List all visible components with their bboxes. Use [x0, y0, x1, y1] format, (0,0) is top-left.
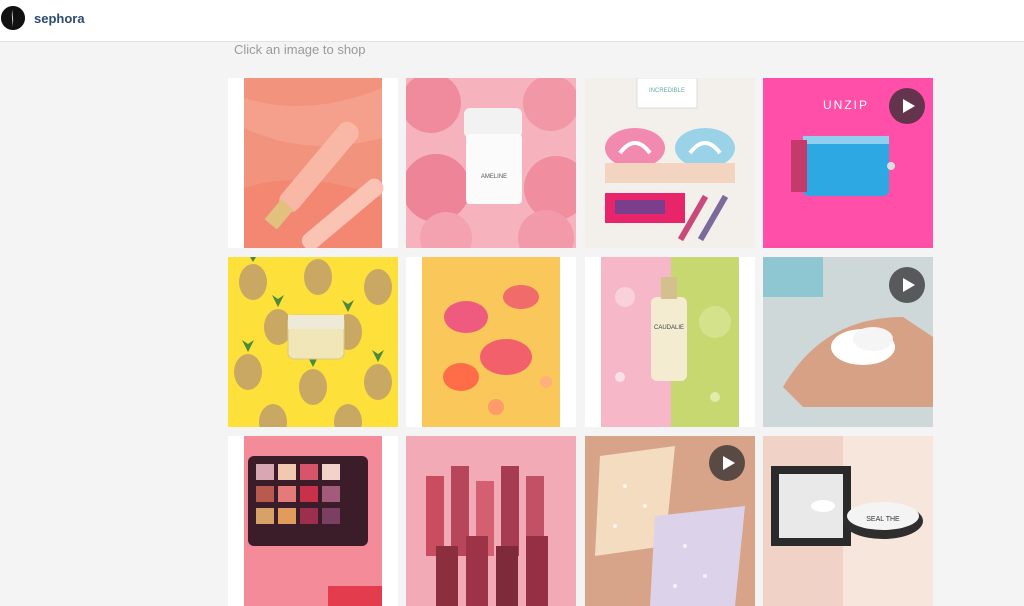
gloss-image — [228, 78, 398, 248]
tile-rainbow[interactable]: INCREDIBLE — [585, 78, 755, 248]
sephora-logo-icon — [1, 6, 25, 30]
profile-username[interactable]: sephora — [34, 11, 85, 26]
tile-jar[interactable]: AMELINE — [406, 78, 576, 248]
profile-avatar[interactable] — [1, 6, 25, 30]
tile-compact[interactable]: SEAL THE — [763, 436, 933, 606]
shop-grid: AMELINE INCREDIBLE UNZIP CAUDALIE SEAL T… — [228, 78, 934, 606]
unzip-text: UNZIP — [823, 98, 869, 112]
jar-label: AMELINE — [481, 174, 507, 180]
tile-palette[interactable] — [228, 436, 398, 606]
compact-image: SEAL THE — [763, 436, 933, 606]
top-bar: sephora — [0, 0, 1024, 42]
tile-unzip[interactable]: UNZIP — [763, 78, 933, 248]
rainbow-image: INCREDIBLE — [585, 78, 755, 248]
pack-label: INCREDIBLE — [649, 88, 685, 94]
play-icon[interactable] — [889, 267, 925, 303]
bottle-label: CAUDALIE — [654, 325, 684, 331]
tile-gloss[interactable] — [228, 78, 398, 248]
tile-blush[interactable] — [406, 257, 576, 427]
play-icon[interactable] — [709, 445, 745, 481]
blush-image — [406, 257, 576, 427]
play-icon[interactable] — [889, 88, 925, 124]
serum-image: CAUDALIE — [585, 257, 755, 427]
shop-hint: Click an image to shop — [234, 42, 366, 57]
compact-label: SEAL THE — [866, 516, 900, 523]
pineapple-image — [228, 257, 398, 427]
tile-foam[interactable] — [763, 257, 933, 427]
tile-glitter[interactable] — [585, 436, 755, 606]
tile-lipsticks[interactable] — [406, 436, 576, 606]
tile-pineapple[interactable] — [228, 257, 398, 427]
palette-image — [228, 436, 398, 606]
tile-serum[interactable]: CAUDALIE — [585, 257, 755, 427]
jar-image: AMELINE — [406, 78, 576, 248]
lipsticks-image — [406, 436, 576, 606]
